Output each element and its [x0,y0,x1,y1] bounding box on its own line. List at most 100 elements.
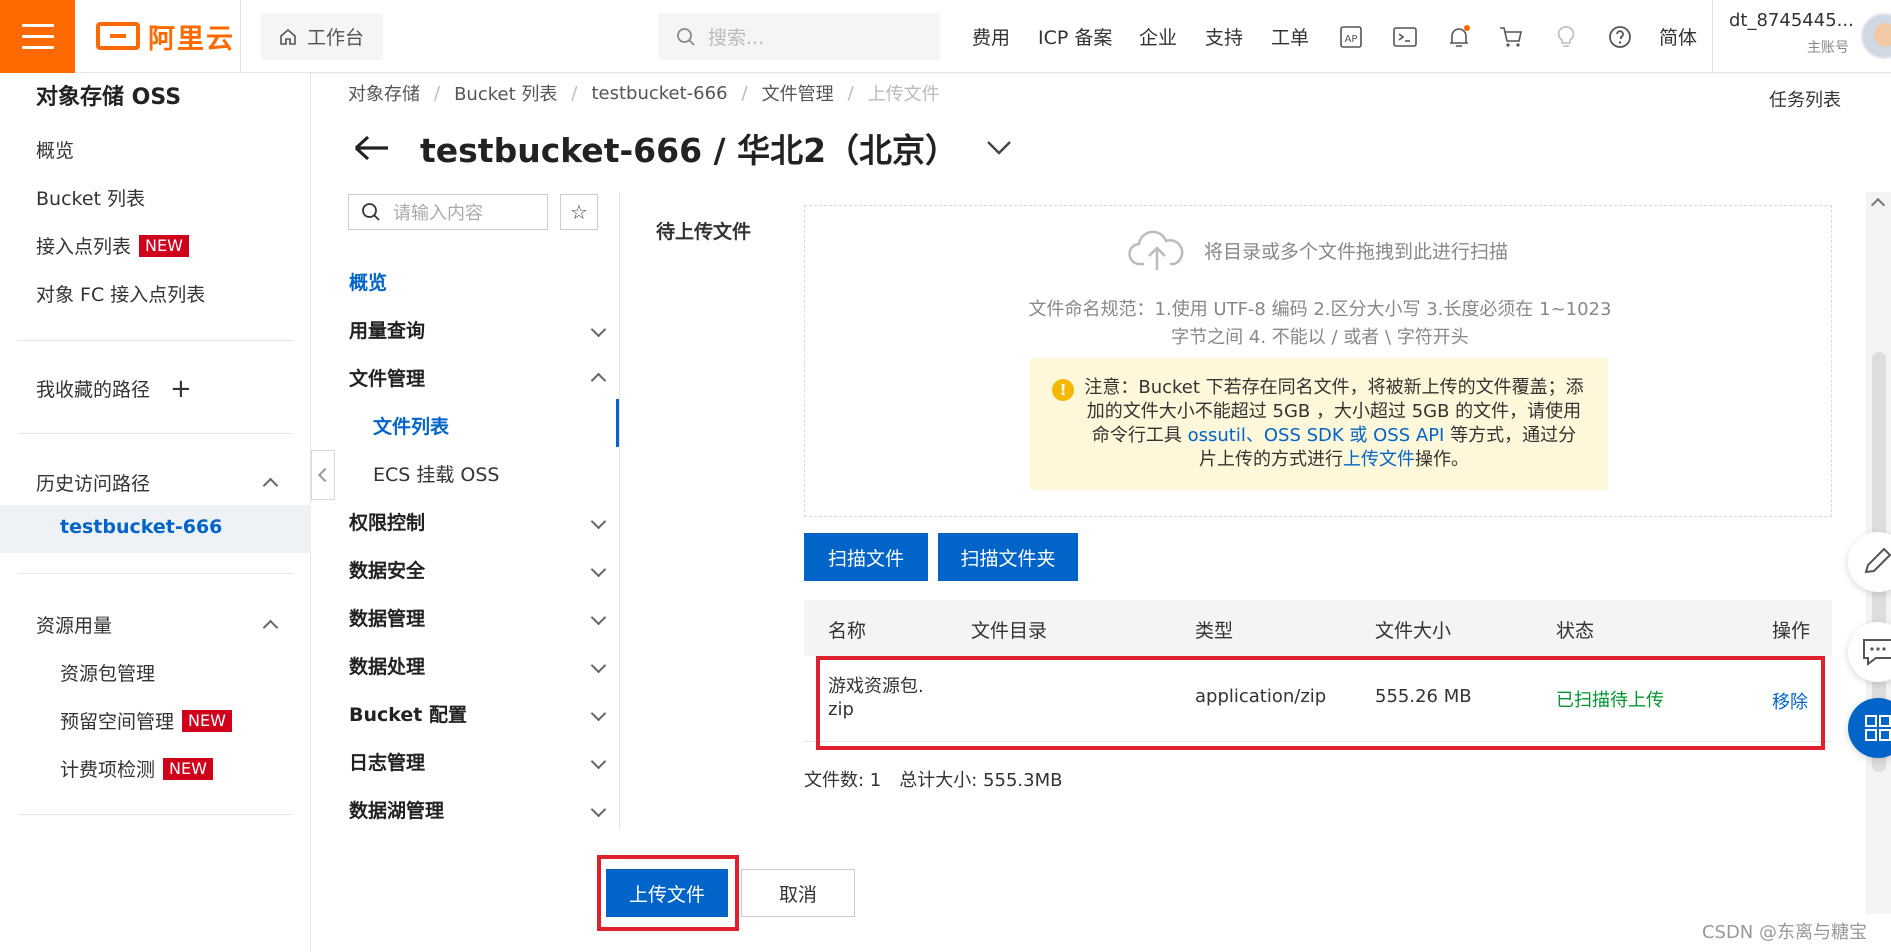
divider [18,340,293,341]
cart-icon[interactable] [1498,24,1524,50]
nav-item-label: 概览 [349,272,388,294]
nav-group-usage[interactable]: 用量查询 [349,316,607,343]
nav-search-placeholder: 请输入内容 [393,203,483,224]
notice-tools-link[interactable]: ossutil、OSS SDK 或 OSS API [1188,425,1445,446]
sidebar-group-history[interactable]: 历史访问路径 [36,469,279,496]
svg-text:AP: AP [1345,34,1358,45]
notice-upload-link[interactable]: 上传文件 [1343,449,1415,470]
sidebar-item-reserved-space[interactable]: 预留空间管理 NEW [60,707,232,734]
cancel-button[interactable]: 取消 [741,869,855,917]
sidebar-item-history-bucket[interactable]: testbucket-666 [60,516,222,538]
sidebar-group-resources[interactable]: 资源用量 [36,611,279,638]
help-icon[interactable] [1607,24,1633,50]
naming-rule-text: 文件命名规范：1.使用 UTF-8 编码 2.区分大小写 3.长度必须在 1~1… [1028,299,1612,348]
task-list-link[interactable]: 任务列表 [1769,86,1841,112]
watermark: CSDN @东离与糖宝 [1701,922,1867,943]
sidebar-item-label: Bucket 列表 [36,188,146,210]
global-search-input[interactable]: 搜索... [658,13,940,60]
nav-icp[interactable]: ICP 备案 [1038,0,1112,73]
file-count: 文件数: 1 [804,770,882,791]
nav-group-bucket-config[interactable]: Bucket 配置 [349,700,607,727]
chevron-down-icon [590,609,607,626]
bucket-nav: 请输入内容 ☆ 概览 用量查询 文件管理 文件列表 ECS 挂载 OSS 权限控… [338,192,620,830]
apps-grid-icon [1865,715,1891,741]
nav-group-data-processing[interactable]: 数据处理 [349,652,607,679]
top-bar: 阿里云 工作台 搜索... 费用 ICP 备案 企业 支持 工单 AP 简体 d… [0,0,1891,73]
sidebar-item-label: 计费项检测 [60,759,156,781]
divider [240,0,241,73]
nav-group-data-lake[interactable]: 数据湖管理 [349,796,607,823]
nav-group-data-management[interactable]: 数据管理 [349,604,607,631]
divider [1712,0,1713,73]
back-arrow-icon[interactable] [352,133,392,163]
scan-file-button[interactable]: 扫描文件 [804,533,928,581]
nav-group-label: 数据管理 [349,608,426,630]
scan-folder-button[interactable]: 扫描文件夹 [938,533,1078,581]
chevron-up-icon [590,372,607,389]
chevron-down-icon[interactable] [986,140,1012,156]
bulb-icon[interactable] [1553,24,1579,50]
file-dropzone[interactable]: 将目录或多个文件拖拽到此进行扫描 文件命名规范：1.使用 UTF-8 编码 2.… [804,205,1832,517]
drop-hint: 将目录或多个文件拖拽到此进行扫描 [805,228,1831,272]
divider [18,433,293,434]
terminal-icon[interactable] [1392,24,1418,50]
nav-group-file-management[interactable]: 文件管理 [349,364,607,391]
user-name: dt_8745445... [1729,10,1854,31]
breadcrumb-item-bucket[interactable]: testbucket-666 [591,83,727,104]
column-header: 操作 [1772,620,1811,642]
scroll-up-icon[interactable] [1870,197,1886,213]
nav-support[interactable]: 支持 [1205,0,1243,73]
language-switch[interactable]: 简体 [1659,0,1697,73]
sidebar-item-fc-access-points[interactable]: 对象 FC 接入点列表 [36,280,205,307]
breadcrumb-separator: / [571,82,578,104]
sidebar-item-access-points[interactable]: 接入点列表 NEW [36,232,189,259]
overwrite-notice: ! 注意：Bucket 下若存在同名文件，将被新上传的文件覆盖；添加的文件大小不… [1030,358,1608,490]
breadcrumb-item-file-management[interactable]: 文件管理 [762,80,834,106]
sidebar-item-overview[interactable]: 概览 [36,136,74,163]
breadcrumb: 对象存储 / Bucket 列表 / testbucket-666 / 文件管理 / 上… [348,80,940,106]
nav-group-label: 文件管理 [349,368,426,390]
sidebar-item-bucket-list[interactable]: Bucket 列表 [36,184,145,211]
sidebar-collapse-toggle[interactable] [311,450,335,500]
page-title: testbucket-666 / 华北2（北京） [420,131,959,170]
edit-feedback-button[interactable] [1848,532,1891,592]
breadcrumb-separator: / [847,82,854,104]
menu-icon[interactable] [0,0,75,73]
nav-group-data-security[interactable]: 数据安全 [349,556,607,583]
sidebar-item-resource-packs[interactable]: 资源包管理 [60,659,155,686]
nav-group-logs[interactable]: 日志管理 [349,748,607,775]
breadcrumb-item-oss[interactable]: 对象存储 [348,80,420,106]
workbench-button[interactable]: 工作台 [261,13,383,60]
nav-group-permissions[interactable]: 权限控制 [349,508,607,535]
avatar[interactable] [1861,13,1891,59]
plus-icon[interactable]: + [170,376,192,402]
nav-item-file-list[interactable]: 文件列表 [373,412,449,439]
page-header: testbucket-666 / 华北2（北京） [352,124,1012,172]
column-header: 文件目录 [971,620,1048,642]
breadcrumb-item-current: 上传文件 [867,84,940,105]
nav-ticket[interactable]: 工单 [1271,0,1309,73]
breadcrumb-item-bucket-list[interactable]: Bucket 列表 [454,80,557,106]
notice-text: 操作。 [1415,449,1469,470]
table-header: 名称 文件目录 类型 文件大小 状态 操作 [804,600,1832,656]
ap-icon[interactable]: AP [1338,24,1364,50]
nav-group-label: 日志管理 [349,752,426,774]
sidebar-item-billing-check[interactable]: 计费项检测 NEW [60,755,213,782]
new-badge: NEW [163,757,213,780]
sidebar-item-label: 我收藏的路径 [36,379,151,401]
search-icon [362,203,380,221]
sidebar-item-favorites[interactable]: 我收藏的路径 + [36,375,192,402]
chat-button[interactable] [1848,622,1891,682]
divider [18,814,293,815]
apps-button[interactable] [1848,698,1891,758]
chevron-down-icon [590,321,607,338]
user-account[interactable]: dt_8745445... 主账号 [1729,10,1854,57]
nav-fees[interactable]: 费用 [972,0,1010,73]
star-icon[interactable]: ☆ [560,194,598,230]
nav-item-overview[interactable]: 概览 [349,268,604,295]
bell-icon[interactable] [1446,24,1472,50]
nav-search-input[interactable]: 请输入内容 [348,194,548,230]
nav-enterprise[interactable]: 企业 [1139,0,1177,73]
aliyun-logo[interactable]: 阿里云 [96,18,235,55]
nav-item-ecs-mount[interactable]: ECS 挂载 OSS [373,460,500,487]
